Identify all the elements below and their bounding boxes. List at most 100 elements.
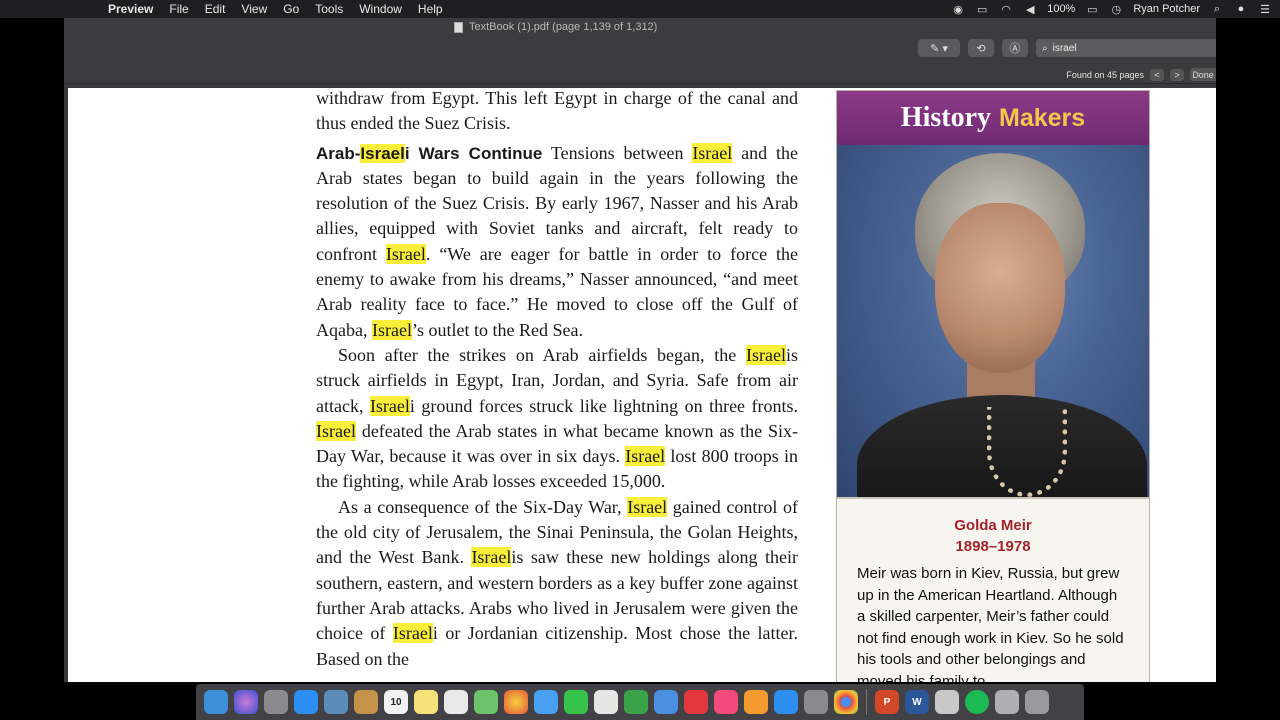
search-highlight: Israel: [625, 446, 666, 467]
previous-result-button[interactable]: <: [1150, 68, 1164, 81]
status-area: ◉ ▭ ◠ ◀ 100% ▭ ◷ Ryan Potcher ⌕ ● ☰: [951, 0, 1272, 18]
clock-icon[interactable]: ◷: [1109, 3, 1123, 16]
text-run: i ground forces struck like lightning on…: [409, 395, 798, 416]
spotlight-search-icon[interactable]: ⌕: [1210, 3, 1224, 16]
window-title-text: TextBook (1).pdf (page 1,139 of 1,312): [469, 21, 658, 33]
portrait-necklace: [987, 407, 1067, 497]
safari-icon[interactable]: [294, 690, 318, 714]
search-field[interactable]: ⌕ israel: [1036, 39, 1216, 57]
toolbar: ✎ ▾ ⟲ Ⓐ ⌕ israel: [918, 38, 1216, 58]
calendar-icon[interactable]: 10: [384, 690, 408, 714]
menu-edit[interactable]: Edit: [205, 2, 226, 16]
preview-window: TextBook (1).pdf (page 1,139 of 1,312) ✎…: [64, 18, 1216, 682]
done-button[interactable]: Done: [1190, 68, 1216, 81]
menu-app-preview[interactable]: Preview: [108, 2, 153, 16]
text-run: Tensions between: [542, 142, 693, 163]
next-result-button[interactable]: >: [1170, 68, 1184, 81]
downloads-folder-icon[interactable]: [995, 690, 1019, 714]
ibooks-icon[interactable]: [744, 690, 768, 714]
maps-icon[interactable]: [474, 690, 498, 714]
reminders-icon[interactable]: [444, 690, 468, 714]
paragraph-suez-end: withdraw from Egypt. This left Egypt in …: [316, 88, 798, 134]
messages-icon[interactable]: [534, 690, 558, 714]
app-store-icon[interactable]: [774, 690, 798, 714]
body-text-column: withdraw from Egypt. This left Egypt in …: [316, 88, 798, 672]
menu-bar: Preview File Edit View Go Tools Window H…: [0, 0, 1280, 18]
launchpad-icon[interactable]: [264, 690, 288, 714]
heading-part: i Wars Continue: [404, 143, 543, 163]
menu-window[interactable]: Window: [359, 2, 402, 16]
dock: 10 P W: [196, 684, 1084, 720]
rotate-button[interactable]: ⟲: [968, 39, 994, 57]
found-count: Found on 45 pages: [1066, 69, 1144, 80]
chrome-icon[interactable]: [834, 690, 858, 714]
news-icon[interactable]: [684, 690, 708, 714]
search-results-bar: Found on 45 pages < > Done: [1066, 68, 1216, 81]
search-highlight: Israel: [692, 142, 733, 163]
wifi-icon[interactable]: ◠: [999, 3, 1013, 16]
word-icon[interactable]: W: [905, 690, 929, 714]
search-highlight: Israel: [316, 420, 356, 441]
pdf-page[interactable]: withdraw from Egypt. This left Egypt in …: [68, 88, 1216, 682]
menu-go[interactable]: Go: [283, 2, 299, 16]
menu-help[interactable]: Help: [418, 2, 443, 16]
heading-word-makers: Makers: [999, 103, 1086, 132]
notes-book-icon[interactable]: [354, 690, 378, 714]
dock-separator: [866, 689, 867, 715]
siri-icon[interactable]: [234, 690, 258, 714]
word-letter: W: [912, 696, 922, 708]
history-makers-card: History Makers Golda Meir 1898–1978 Meir…: [836, 90, 1150, 682]
golda-meir-portrait: [837, 145, 1149, 499]
numbers-icon[interactable]: [624, 690, 648, 714]
volume-icon[interactable]: ◀: [1023, 3, 1037, 16]
text-run: As a consequence of the Six-Day War,: [338, 496, 628, 517]
paragraph-wars-continue: Arab-Israeli Wars Continue Tensions betw…: [316, 141, 798, 343]
search-highlight: Israel: [369, 395, 410, 416]
user-name[interactable]: Ryan Potcher: [1133, 3, 1200, 15]
heading-part: Arab-: [316, 143, 361, 163]
search-icon: ⌕: [1042, 42, 1048, 54]
markup-toolbar-button[interactable]: Ⓐ: [1002, 39, 1028, 57]
siri-icon[interactable]: ●: [1234, 3, 1248, 15]
person-name: Golda Meir: [954, 517, 1032, 534]
document-icon[interactable]: [935, 690, 959, 714]
window-title: TextBook (1).pdf (page 1,139 of 1,312): [454, 21, 657, 33]
airplay-icon[interactable]: ▭: [975, 3, 989, 16]
menu-file[interactable]: File: [169, 2, 188, 16]
search-highlight: Israel: [385, 243, 426, 264]
photos-icon[interactable]: [504, 690, 528, 714]
history-makers-heading: History Makers: [837, 91, 1149, 145]
notes-icon[interactable]: [414, 690, 438, 714]
markup-pen-button[interactable]: ✎ ▾: [918, 39, 960, 57]
preview-app-icon[interactable]: [324, 690, 348, 714]
facetime-icon[interactable]: [564, 690, 588, 714]
textedit-icon[interactable]: [594, 690, 618, 714]
system-preferences-icon[interactable]: [804, 690, 828, 714]
battery-icon[interactable]: ▭: [1085, 3, 1099, 16]
record-icon[interactable]: ◉: [951, 3, 965, 16]
person-name-block: Golda Meir 1898–1978: [837, 515, 1149, 557]
paragraph-consequence: As a consequence of the Six-Day War, Isr…: [316, 495, 798, 672]
search-input[interactable]: israel: [1053, 43, 1077, 54]
menu-view[interactable]: View: [241, 2, 267, 16]
search-highlight: Israel: [371, 319, 412, 340]
trash-icon[interactable]: [1025, 690, 1049, 714]
menu-tools[interactable]: Tools: [315, 2, 343, 16]
powerpoint-letter: P: [883, 696, 891, 708]
finder-icon[interactable]: [204, 690, 228, 714]
notification-center-icon[interactable]: ☰: [1258, 3, 1272, 16]
search-highlight: Israel: [627, 496, 668, 517]
search-highlight: Israel: [471, 547, 512, 568]
person-years: 1898–1978: [955, 538, 1031, 555]
text-run: ’s outlet to the Red Sea.: [411, 319, 583, 340]
search-highlight: Israel: [360, 143, 405, 163]
itunes-icon[interactable]: [714, 690, 738, 714]
paragraph-six-day-war: Soon after the strikes on Arab airfields…: [316, 343, 798, 495]
powerpoint-icon[interactable]: P: [875, 690, 899, 714]
battery-percent: 100%: [1047, 3, 1076, 15]
portrait-face: [935, 203, 1065, 373]
keynote-icon[interactable]: [654, 690, 678, 714]
text-run: Soon after the strikes on Arab airfields…: [338, 344, 746, 365]
heading-word-history: History: [900, 102, 992, 133]
spotify-icon[interactable]: [965, 690, 989, 714]
